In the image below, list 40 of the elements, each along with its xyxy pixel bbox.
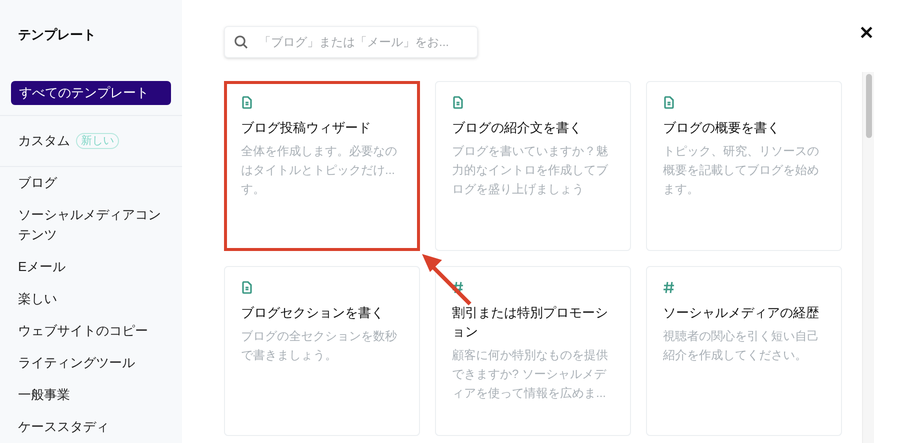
sidebar-title: テンプレート [17,26,97,44]
new-badge: 新しい [76,133,119,149]
scrollbar[interactable] [862,72,874,443]
document-icon [241,281,253,294]
card-description: 全体を作成します。必要なのはタイトルとトピックだけ...す。 [241,143,398,198]
card-description: 視聴者の関心を引く短い自己紹介を作成してください。 [663,328,820,364]
sidebar-item[interactable]: 楽しい [18,289,164,309]
sidebar-item[interactable]: ケーススタディ [18,417,164,437]
template-card[interactable]: ソーシャルメディアの経歴 視聴者の関心を引く短い自己紹介を作成してください。 [646,266,842,436]
sidebar-item[interactable]: すべてのテンプレート [11,81,171,105]
sidebar-item[interactable]: ウェブサイトのコピー [18,321,164,341]
card-title: ブログセクションを書く [241,304,385,322]
search-field[interactable]: 「ブログ」または「メール」をお... [224,26,478,58]
sidebar-item[interactable]: Eメール [18,257,164,277]
card-description: 顧客に何か特別なものを提供できますか? ソーシャルメディアを使って情報を広めま... [452,347,609,402]
card-title: 割引または特別プロモーション [452,304,609,341]
document-icon [663,96,675,109]
template-card[interactable]: ブログ投稿ウィザード 全体を作成します。必要なのはタイトルとトピックだけ...す。 [224,81,420,251]
document-icon [452,96,464,109]
hash-icon [663,281,675,294]
sidebar-item[interactable]: ブログ [18,173,164,193]
template-card[interactable]: ブログセクションを書く ブログの全セクションを数秒で書きましょう。 [224,266,420,436]
sidebar-item[interactable]: ソーシャルメディアコンテンツ [18,205,164,245]
card-description: ブログを書いていますか？魅力的なイントロを作成してブログを盛り上げましょう [452,143,609,198]
card-title: ブログ投稿ウィザード [241,119,372,137]
template-card[interactable]: 割引または特別プロモーション 顧客に何か特別なものを提供できますか? ソーシャルメディアを使って情報を広めま... [435,266,631,436]
sidebar-item[interactable]: カスタム 新しい [11,126,171,156]
card-description: トピック、研究、リソースの概要を記載してブログを始めます。 [663,143,820,198]
card-title: ブログの紹介文を書く [452,119,583,137]
hash-icon [452,281,464,294]
template-card[interactable]: ブログの概要を書く トピック、研究、リソースの概要を記載してブログを始めます。 [646,81,842,251]
card-title: ソーシャルメディアの経歴 [663,304,820,322]
template-card[interactable]: ブログの紹介文を書く ブログを書いていますか？魅力的なイントロを作成してブログを盛り上げましょう [435,81,631,251]
card-description: ブログの全セクションを数秒で書きましょう。 [241,328,398,364]
document-icon [241,96,253,109]
sidebar-item[interactable]: ライティングツール [18,353,164,373]
sidebar-item[interactable]: 一般事業 [18,385,164,405]
close-button[interactable]: ✕ [859,22,874,44]
card-title: ブログの概要を書く [663,119,781,137]
search-icon [234,35,248,49]
